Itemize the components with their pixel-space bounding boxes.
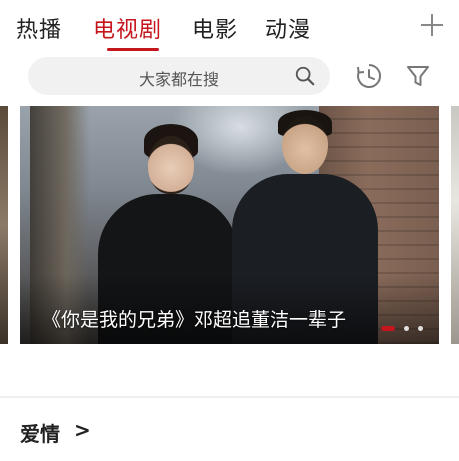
- next-slide-peek[interactable]: [451, 106, 459, 344]
- banner-caption: 《你是我的兄弟》邓超追董洁一辈子: [42, 309, 347, 331]
- tab-movies[interactable]: 电影: [192, 12, 238, 44]
- chevron-right-icon[interactable]: >: [74, 418, 91, 442]
- section-divider: [0, 396, 459, 398]
- carousel-dot: [403, 326, 409, 331]
- filter-icon[interactable]: [405, 63, 431, 89]
- search-icon[interactable]: [294, 65, 316, 87]
- carousel-dot-active: [380, 326, 395, 331]
- active-tab-indicator: [107, 48, 159, 51]
- actress-face: [148, 136, 194, 194]
- tab-anime[interactable]: 动漫: [265, 12, 311, 44]
- prev-slide-peek[interactable]: [0, 106, 8, 344]
- banner-carousel[interactable]: 《你是我的兄弟》邓超追董洁一辈子: [0, 106, 459, 344]
- carousel-indicator: [377, 318, 423, 331]
- search-bar[interactable]: 大家都在搜: [28, 57, 330, 95]
- banner-slide[interactable]: 《你是我的兄弟》邓超追董洁一辈子: [20, 106, 439, 344]
- carousel-dot: [418, 326, 423, 331]
- plus-icon[interactable]: [421, 14, 443, 36]
- history-icon[interactable]: [355, 62, 383, 90]
- section-title-romance[interactable]: 爱情: [20, 418, 60, 447]
- tab-hot[interactable]: 热播: [16, 12, 62, 44]
- actor-face: [282, 116, 328, 174]
- tab-tv-series[interactable]: 电视剧: [93, 12, 162, 44]
- top-tab-bar: 热播 电视剧 电影 动漫: [0, 0, 459, 54]
- search-placeholder: 大家都在搜: [138, 70, 219, 89]
